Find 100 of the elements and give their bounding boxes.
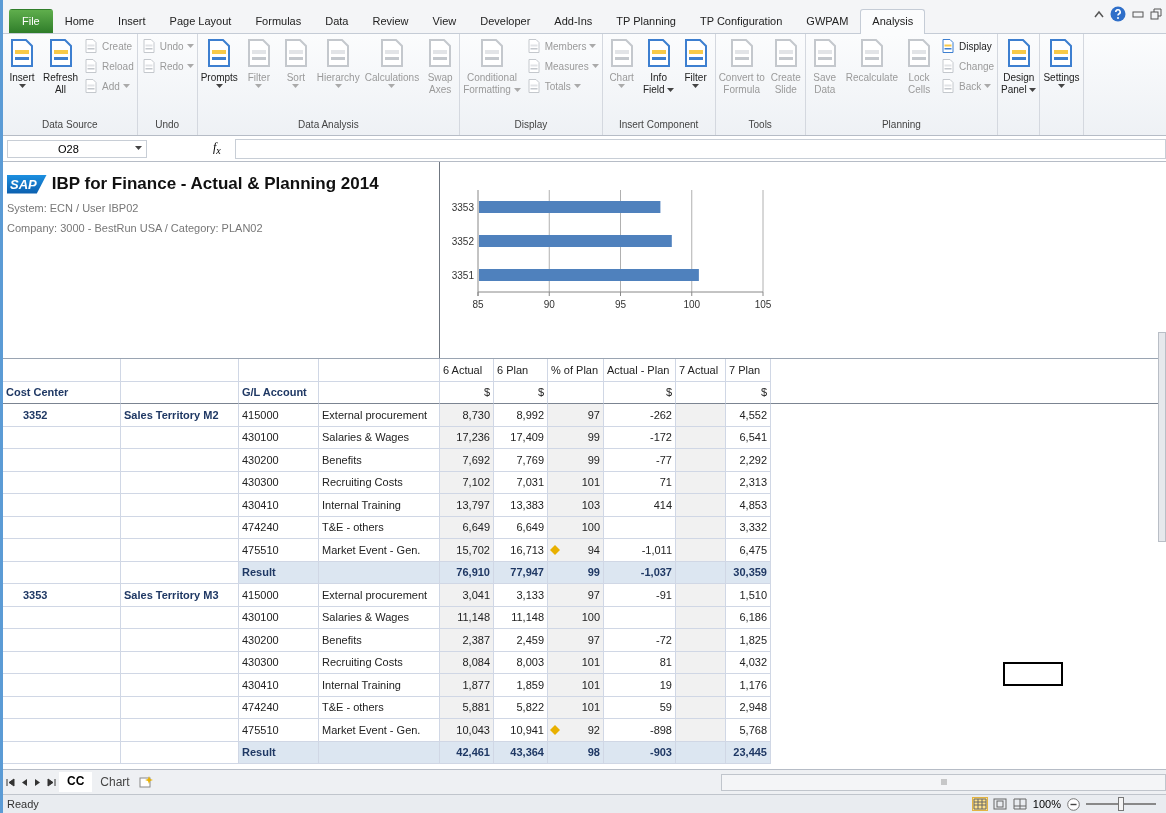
table-cell: 7,692 — [440, 449, 494, 472]
group-label: Display — [513, 119, 549, 132]
ribbon-button[interactable]: Design Panel — [999, 37, 1039, 119]
ribbon-tab[interactable]: Formulas — [243, 9, 314, 33]
table-cell: 7,102 — [440, 471, 494, 494]
ribbon-tab[interactable]: Page Layout — [157, 9, 244, 33]
scrollbar[interactable] — [721, 773, 1166, 791]
formula-input[interactable] — [234, 138, 1166, 159]
empty-cell — [676, 696, 726, 719]
minimize-icon[interactable] — [1132, 9, 1144, 19]
table-cell: 1,877 — [440, 674, 494, 697]
table-cell: 99 — [548, 426, 604, 449]
ribbon-tab[interactable]: Analysis — [860, 9, 926, 34]
ribbon-tab[interactable]: Developer — [468, 9, 543, 33]
zoom-slider-thumb[interactable] — [1118, 797, 1124, 811]
table-cell: 430410 — [239, 494, 319, 517]
ribbon-button[interactable]: Prompts — [198, 37, 240, 119]
name-box[interactable]: O28 — [7, 139, 147, 158]
empty-cell — [676, 539, 726, 562]
table-cell: 11,148 — [440, 606, 494, 629]
table-cell: 97 — [548, 404, 604, 427]
table-cell: 3,041 — [440, 584, 494, 607]
page-icon — [940, 58, 957, 74]
ribbon-button[interactable]: Display — [938, 37, 997, 55]
empty-cell — [676, 629, 726, 652]
group-label: Tools — [747, 119, 773, 132]
table-cell: Sales Territory M3 — [121, 584, 239, 607]
page-icon — [83, 38, 99, 54]
table-cell: 3353 — [3, 584, 121, 607]
zoom-out-icon[interactable] — [1067, 797, 1080, 811]
empty-cell — [676, 674, 726, 697]
page-icon — [940, 38, 957, 54]
report-info: System: ECN / User IBP02 — [7, 202, 140, 214]
table-cell: 43,364 — [494, 741, 548, 764]
ribbon-tab[interactable]: TP Planning — [604, 9, 688, 33]
ribbon-button[interactable]: Settings — [1041, 37, 1082, 119]
ribbon-tab[interactable]: Insert — [106, 9, 158, 33]
ribbon-tab[interactable]: Home — [52, 9, 107, 33]
first-sheet-icon[interactable] — [3, 777, 18, 787]
restore-icon[interactable] — [1150, 8, 1162, 20]
group-label: Undo — [154, 119, 181, 132]
last-sheet-icon[interactable] — [44, 777, 59, 787]
sheet-tab[interactable]: CC — [59, 772, 93, 792]
table-cell: 17,236 — [440, 426, 494, 449]
table-cell: 430300 — [239, 651, 319, 674]
axis-label: 95 — [614, 299, 627, 310]
page-break-icon[interactable] — [1012, 798, 1027, 810]
ribbon-button[interactable]: Info Field — [640, 37, 677, 119]
table-cell: 99 — [548, 561, 604, 584]
group-label: Insert Component — [617, 119, 700, 132]
function-button[interactable]: f$_{x}$ — [153, 140, 229, 157]
table-cell: 13,797 — [440, 494, 494, 517]
page-icon — [525, 38, 542, 54]
table-cell: 103 — [548, 494, 604, 517]
ribbon-button[interactable]: Refresh All — [41, 37, 80, 119]
table-cell: 15,702 — [440, 539, 494, 562]
table-cell: 4,032 — [726, 651, 771, 674]
table-cell: 3352 — [3, 404, 121, 427]
ribbon-button[interactable]: Filter — [677, 37, 714, 119]
ribbon-tab[interactable]: TP Configuration — [688, 9, 795, 33]
sheet-tab[interactable]: Chart — [92, 773, 138, 791]
table-cell: 77,947 — [494, 561, 548, 584]
table-cell: 92 — [548, 719, 604, 742]
page-icon — [140, 38, 157, 54]
table-cell: 94 — [548, 539, 604, 562]
axis-label: 105 — [754, 299, 771, 310]
ribbon-tab[interactable]: Add-Ins — [542, 9, 605, 33]
table-cell: 42,461 — [440, 741, 494, 764]
axis-label: 3352 — [451, 236, 474, 247]
table-cell: % of Plan — [548, 359, 604, 382]
table-cell: 1,825 — [726, 629, 771, 652]
ribbon-tab[interactable]: View — [420, 9, 469, 33]
table-cell: 1,176 — [726, 674, 771, 697]
status-text: Ready — [7, 798, 39, 810]
ribbon-tab[interactable]: Data — [313, 9, 361, 33]
table-cell: $ — [726, 381, 771, 404]
table-cell: 7 Actual — [676, 359, 726, 382]
ribbon-tab[interactable]: Review — [360, 9, 421, 33]
ribbon-tab[interactable]: GWPAM — [794, 9, 861, 33]
table-cell: 8,730 — [440, 404, 494, 427]
ribbon-tab[interactable]: File — [9, 9, 53, 33]
selected-cell[interactable] — [1003, 662, 1063, 686]
caret-up-icon[interactable] — [1094, 10, 1104, 18]
table-cell: 23,445 — [726, 741, 771, 764]
zoom-level[interactable]: 100% — [1032, 798, 1061, 810]
table-cell: 474240 — [239, 516, 319, 539]
normal-view-icon[interactable] — [972, 798, 987, 810]
scrollbar[interactable] — [1158, 332, 1166, 542]
help-icon[interactable] — [1110, 6, 1126, 22]
table-cell: 474240 — [239, 696, 319, 719]
table-cell: 2,948 — [726, 696, 771, 719]
page-layout-icon[interactable] — [992, 798, 1007, 810]
table-cell: 430410 — [239, 674, 319, 697]
table-cell: 4,853 — [726, 494, 771, 517]
table-cell: -1,037 — [604, 561, 676, 584]
ribbon-button[interactable]: Insert — [4, 37, 40, 119]
table-cell: 10,043 — [440, 719, 494, 742]
grip-icon — [939, 778, 948, 786]
table-cell: -903 — [604, 741, 676, 764]
table-cell: 430200 — [239, 449, 319, 472]
